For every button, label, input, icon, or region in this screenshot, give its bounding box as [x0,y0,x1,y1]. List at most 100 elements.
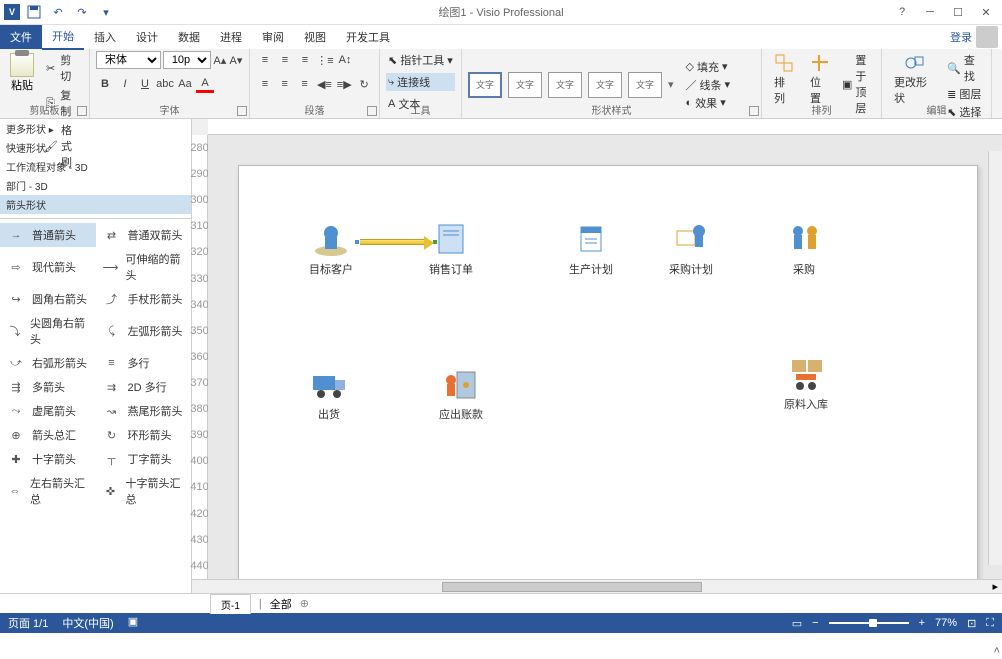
stencil-shape[interactable]: ⇶多箭头 [0,375,96,399]
stencil-shape[interactable]: ⇨现代箭头 [0,247,96,287]
all-pages-button[interactable]: 全部 [270,596,292,612]
vertical-scrollbar[interactable] [988,151,1002,565]
stencil-shape[interactable]: ↻环形箭头 [96,423,192,447]
stencil-shape[interactable]: ↪圆角右箭头 [0,287,96,311]
font-color-button[interactable]: A [196,75,214,93]
align-top-button[interactable]: ≡ [256,51,274,69]
diagram-shape[interactable]: 目标客户 [309,221,353,277]
connector-tool-button[interactable]: ⤷连接线 [386,73,455,91]
align-middle-button[interactable]: ≡ [276,51,294,69]
undo-button[interactable]: ↶ [48,2,68,22]
tab-design[interactable]: 设计 [126,25,168,49]
diagram-shape[interactable]: 销售订单 [429,221,473,277]
tab-home[interactable]: 开始 [42,24,84,50]
collapse-ribbon-button[interactable]: ˄ [994,645,1000,657]
italic-button[interactable]: I [116,75,134,93]
cut-button[interactable]: ✂剪切 [42,51,83,85]
stencil-shape[interactable]: ↝燕尾形箭头 [96,399,192,423]
diagram-shape[interactable]: 生产计划 [569,221,613,277]
shape-category[interactable]: 部门 - 3D [0,176,191,195]
stencil-shape[interactable]: ≡多行 [96,351,192,375]
page-indicator[interactable]: 页面 1/1 [8,615,48,631]
line-button[interactable]: ／线条▾ [684,76,733,94]
diagram-shape[interactable]: 出货 [309,366,349,422]
page-tab-1[interactable]: 页-1 [210,594,251,614]
diagram-shape[interactable]: 采购计划 [669,221,713,277]
stencil-shape[interactable]: ⊕箭头总汇 [0,423,96,447]
stencil-shape[interactable]: ⇉2D 多行 [96,375,192,399]
stencil-shape[interactable]: ✜十字箭头汇总 [96,471,192,511]
stencil-shape[interactable]: ⤴手杖形箭头 [96,287,192,311]
drawing-page[interactable]: 目标客户 销售订单 生产计划 采购计划 采购出货 应出账款 原料入库 [238,165,978,579]
maximize-button[interactable]: ☐ [946,2,970,22]
bold-button[interactable]: B [96,75,114,93]
help-button[interactable]: ? [890,2,914,22]
tab-view[interactable]: 视图 [294,25,336,49]
paragraph-dialog-launcher[interactable] [367,106,377,116]
tab-insert[interactable]: 插入 [84,25,126,49]
stencil-shape[interactable]: →普通箭头 [0,223,96,247]
presentation-mode-button[interactable]: ▭ [792,617,802,630]
style-preset-3[interactable]: 文字 [548,72,582,98]
strike-button[interactable]: abc [156,75,174,93]
stencil-shape[interactable]: ⤳虚尾箭头 [0,399,96,423]
stencil-shape[interactable]: ⇔左右箭头汇总 [0,471,96,511]
align-center-button[interactable]: ≡ [276,75,294,93]
font-dialog-launcher[interactable] [237,106,247,116]
underline-button[interactable]: U [136,75,154,93]
save-button[interactable] [24,2,44,22]
drawing-canvas[interactable]: 目标客户销售订单生产计划采购计划采购出货应出账款原料入库 ⬉ [208,135,1002,579]
style-preset-4[interactable]: 文字 [588,72,622,98]
shape-category[interactable]: 箭头形状 [0,195,191,214]
clipboard-dialog-launcher[interactable] [77,106,87,116]
redo-button[interactable]: ↷ [72,2,92,22]
grow-font-button[interactable]: A▴ [213,51,227,69]
rotate-text-button[interactable]: ↻ [355,75,373,93]
format-painter-button[interactable]: 🖌格式刷 [42,121,83,171]
stencil-shape[interactable]: ⤻右弧形箭头 [0,351,96,375]
find-button[interactable]: 🔍查找 [945,51,985,85]
diagram-shape[interactable]: 采购 [784,221,824,277]
stencil-shape[interactable]: ⤵尖圆角右箭头 [0,311,96,351]
shapestyle-dialog-launcher[interactable] [749,106,759,116]
shrink-font-button[interactable]: A▾ [229,51,243,69]
align-bottom-button[interactable]: ≡ [296,51,314,69]
fullscreen-button[interactable]: ⛶ [986,617,994,630]
close-button[interactable]: ✕ [974,2,998,22]
tab-dev[interactable]: 开发工具 [336,25,400,49]
login-link[interactable]: 登录 [950,29,972,45]
diagram-shape[interactable]: 应出账款 [439,366,483,422]
bullets-button[interactable]: ⋮≡ [316,51,334,69]
zoom-in-button[interactable]: + [919,617,925,629]
fit-window-button[interactable]: ⊡ [967,617,976,630]
style-preset-5[interactable]: 文字 [628,72,662,98]
zoom-level[interactable]: 77% [935,617,957,629]
connector-arrow[interactable] [357,239,427,245]
diagram-shape[interactable]: 原料入库 [784,356,828,412]
increase-indent-button[interactable]: ≡▶ [335,75,353,93]
stencil-shape[interactable]: ┬丁字箭头 [96,447,192,471]
text-direction-button[interactable]: A↕ [336,51,354,69]
language-indicator[interactable]: 中文(中国) [62,615,113,631]
stencil-shape[interactable]: ⟶可伸缩的箭头 [96,247,192,287]
horizontal-scrollbar[interactable]: ▸ [192,579,1002,593]
pointer-tool-button[interactable]: ⬉指针工具▾ [386,51,455,69]
stencil-shape[interactable]: ✚十字箭头 [0,447,96,471]
tab-process[interactable]: 进程 [210,25,252,49]
gallery-more-button[interactable]: ▾ [668,78,674,91]
record-macro-icon[interactable]: ▣ [128,615,138,631]
tab-review[interactable]: 审阅 [252,25,294,49]
stencil-shape[interactable]: ⤹左弧形箭头 [96,311,192,351]
minimize-button[interactable]: ─ [918,2,942,22]
text-case-button[interactable]: Aa [176,75,194,93]
align-left-button[interactable]: ≡ [256,75,274,93]
style-preset-1[interactable]: 文字 [468,72,502,98]
qat-customize[interactable]: ▾ [96,2,116,22]
shape-style-gallery[interactable]: 文字 文字 文字 文字 文字 ▾ [468,72,674,98]
font-name-select[interactable]: 宋体 [96,51,161,69]
align-right-button[interactable]: ≡ [296,75,314,93]
add-page-button[interactable]: ⊕ [300,597,309,610]
zoom-slider[interactable] [829,622,909,624]
tab-data[interactable]: 数据 [168,25,210,49]
decrease-indent-button[interactable]: ◀≡ [315,75,333,93]
